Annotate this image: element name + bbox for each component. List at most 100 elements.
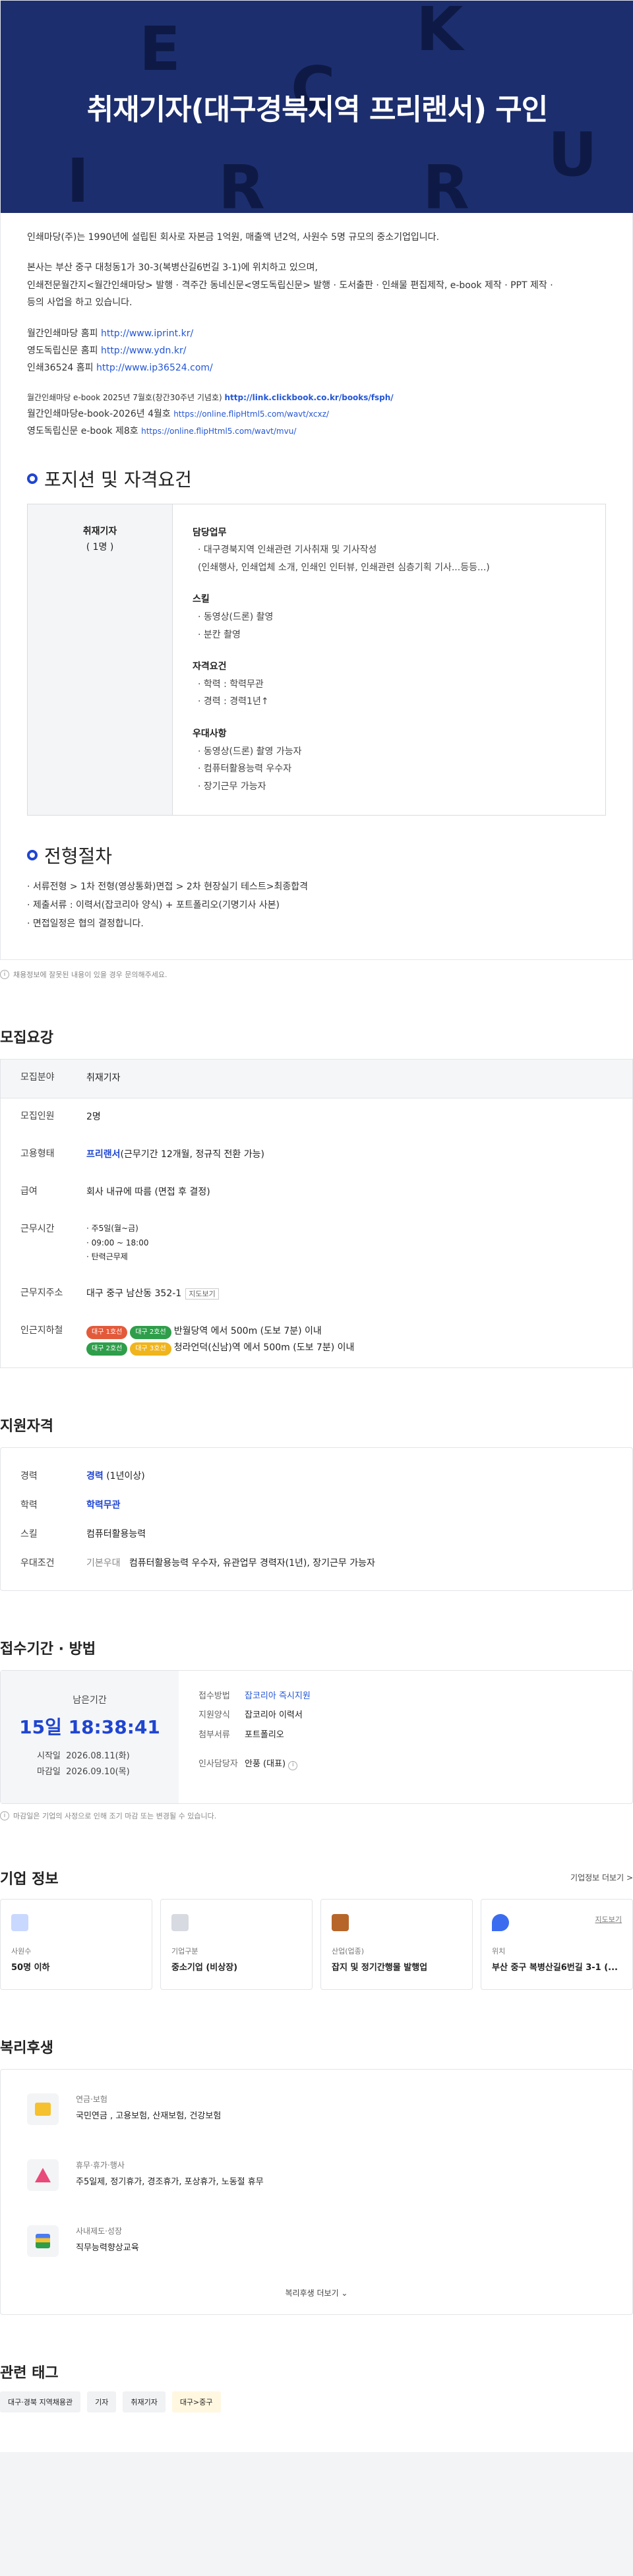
welfare-more-button[interactable]: 복리후생 더보기 ⌄: [27, 2287, 606, 2298]
homepage-link[interactable]: http://www.ip36524.com/: [96, 363, 213, 373]
company-section: 기업 정보 기업정보 더보기 > 사원수 50명 이하 기업구분 중소기업 (비…: [0, 1840, 633, 2010]
process-item: · 서류전형 > 1차 전형(영상통화)면접 > 2차 현장실기 테스트>최종합…: [27, 882, 308, 893]
tag-chip[interactable]: 기자: [87, 2391, 117, 2412]
apply-now-link[interactable]: 잡코리아 즉시지원: [245, 1691, 311, 1701]
remain-countdown: 15일 18:38:41: [19, 1716, 160, 1738]
subway-line-badge: 대구 3호선: [130, 1342, 171, 1356]
briefcase-icon: [332, 1913, 349, 1931]
pref-item: · 장기근무 가능자: [198, 781, 266, 792]
link-label: 월간인쇄마당 홈피: [27, 328, 98, 339]
position-heading: 포지션 및 자격요건: [27, 465, 606, 492]
position-box: 취재기자 ( 1명 ) 담당업무 · 대구경북지역 인쇄관련 기사취재 및 기사…: [27, 503, 606, 816]
subway-line-badge: 대구 2호선: [86, 1342, 128, 1356]
ring-bullet-icon: [27, 473, 38, 484]
company-grid: 사원수 50명 이하 기업구분 중소기업 (비상장) 산업(업종) 잡지 및 정…: [0, 1898, 633, 1990]
apply-box: 남은기간 15일 18:38:41 시작일 2026.08.11(화) 마감일 …: [0, 1669, 633, 1804]
banner-deco-letter: R: [423, 152, 469, 213]
welfare-section: 복리후생 연금·보험 국민연금 , 고용보험, 산재보험, 건강보험 휴무·휴가·…: [0, 2009, 633, 2335]
subway-line-badge: 대구 1호선: [86, 1326, 128, 1340]
intro-line: 인쇄전문월간지<월간인쇄마당> 발행 · 격주간 동네신문<영도독립신문> 발행…: [27, 280, 553, 291]
tag-list: 대구·경북 지역채용관 기자 취재기자 대구>중구: [0, 2391, 633, 2412]
skill-title: 스킬: [193, 594, 210, 605]
process-list: · 서류전형 > 1차 전형(영상통화)면접 > 2차 현장실기 테스트>최종합…: [27, 878, 606, 933]
company-more-link[interactable]: 기업정보 더보기 >: [570, 1872, 633, 1883]
company-card: 사원수 50명 이하: [0, 1898, 152, 1990]
pref-item: · 동영상(드론) 촬영 가능자: [198, 746, 302, 757]
map-view-button[interactable]: 지도보기: [185, 1288, 219, 1300]
company-card: 기업구분 중소기업 (비상장): [160, 1898, 313, 1990]
subway-line-badge: 대구 2호선: [130, 1326, 171, 1340]
info-icon: i: [0, 1811, 9, 1820]
info-icon[interactable]: i: [288, 1760, 298, 1770]
recruit-table: 모집분야 취재기자 모집인원 2명 고용형태 프리랜서(근무기간 12개월, 정규직 …: [0, 1059, 633, 1368]
ebook-link[interactable]: https://online.flipHtml5.com/wavt/mvu/: [141, 427, 296, 436]
table-row: 근무지주소 대구 중구 남산동 352-1 지도보기: [1, 1275, 632, 1313]
ebook-link[interactable]: http://link.clickbook.co.kr/books/fsph/: [225, 393, 394, 402]
company-card: 산업(업종) 잡지 및 정기간행물 발행업: [320, 1898, 473, 1990]
party-icon: [35, 2167, 51, 2182]
company-intro: 인쇄마당(주)는 1990년에 설립된 회사로 자본금 1억원, 매출액 년2억…: [27, 213, 606, 439]
skill-item: · 분칸 촬영: [198, 629, 241, 640]
table-row: 근무시간 · 주5일(월~금) · 09:00 ~ 18:00 · 탄력근무제: [20, 1224, 149, 1262]
process-item: · 면접일정은 협의 결정합니다.: [27, 918, 144, 930]
link-label: 영도독립신문 e-book 제8호: [27, 426, 138, 437]
table-row: 모집분야 취재기자: [1, 1060, 632, 1098]
tag-chip[interactable]: 대구·경북 지역채용관: [0, 2391, 81, 2412]
welfare-item: 사내제도·성장 직무능력향상교육: [27, 2208, 606, 2274]
info-icon: i: [0, 970, 9, 980]
notice-text[interactable]: 채용정보에 잘못된 내용이 있을 경우 문의해주세요.: [13, 969, 167, 980]
duty-title: 담당업무: [193, 527, 227, 538]
qual-box: 경력 경력 (1년이상) 학력 학력무관 스킬 컴퓨터활용능력 우대조건 기본우대 컴퓨…: [0, 1447, 633, 1591]
skill-item: · 동영상(드론) 촬영: [198, 612, 274, 623]
req-item: · 학력 : 학력무관: [198, 678, 264, 690]
tag-chip[interactable]: 대구>중구: [171, 2391, 221, 2412]
banner-deco-letter: U: [548, 119, 597, 190]
job-title: 취재기자(대구경북지역 프리랜서) 구인: [86, 93, 549, 127]
table-row: 모집인원 2명: [20, 1110, 101, 1122]
banner-deco-letter: R: [218, 152, 265, 213]
remain-label: 남은기간: [73, 1694, 107, 1706]
company-title: 기업 정보: [0, 1871, 59, 1888]
banner-deco-letter: I: [67, 146, 90, 213]
req-item: · 경력 : 경력1년↑: [198, 696, 269, 707]
duty-item: · 대구경북지역 인쇄관련 기사취재 및 기사작성: [198, 545, 377, 556]
intro-line: 인쇄마당(주)는 1990년에 설립된 회사로 자본금 1억원, 매출액 년2억…: [27, 232, 440, 243]
position-role: 취재기자 ( 1명 ): [28, 504, 173, 816]
banner-deco-letter: K: [416, 1, 464, 65]
intro-line: 등의 사업을 하고 있습니다.: [27, 297, 133, 309]
table-row: 고용형태 프리랜서(근무기간 12개월, 정규직 전환 가능): [20, 1148, 264, 1160]
qual-title: 지원자격: [0, 1418, 53, 1435]
intro-line: 본사는 부산 중구 대청동1가 30-3(복병산길6번길 3-1)에 위치하고 …: [27, 262, 318, 274]
req-title: 자격요건: [193, 661, 227, 673]
homepage-link[interactable]: http://www.ydn.kr/: [101, 345, 186, 356]
job-posting-page: E K C R U I R 취재기자(대구경북지역 프리랜서) 구인 인쇄마당(…: [0, 0, 633, 2452]
link-label: 월간인쇄마당 e-book 2025년 7월호(창간30주년 기념호): [27, 392, 222, 402]
link-label: 영도독립신문 홈피: [27, 345, 98, 356]
recruit-section: 모집요강 모집분야 취재기자 모집인원 2명 고용형태 프리랜서(근무기간 12개월,…: [0, 1000, 633, 1388]
wallet-icon: [35, 2102, 51, 2116]
link-label: 인쇄36524 홈피: [27, 363, 94, 374]
welfare-item: 휴무·휴가·행사 주5일제, 정기휴가, 경조휴가, 포상휴가, 노동절 휴무: [27, 2142, 606, 2208]
duty-item: (인쇄행사, 인쇄업체 소개, 인쇄인 인터뷰, 인쇄관련 심층기획 기사...…: [198, 562, 490, 573]
recruit-title: 모집요강: [0, 1030, 53, 1047]
job-banner: E K C R U I R 취재기자(대구경북지역 프리랜서) 구인: [1, 1, 633, 213]
role-count: ( 1명 ): [86, 541, 114, 553]
people-icon: [11, 1913, 28, 1931]
welfare-item: 연금·보험 국민연금 , 고용보험, 산재보험, 건강보험: [27, 2076, 606, 2142]
table-row: 인근지하철 대구 1호선 대구 2호선 반월당역 에서 500m (도보 7분) 이…: [1, 1313, 632, 1367]
company-card: 지도보기 위치 부산 중구 복병산길6번길 3-1 (...: [481, 1898, 633, 1990]
report-notice: i 채용정보에 잘못된 내용이 있을 경우 문의해주세요.: [0, 960, 633, 1000]
tag-chip[interactable]: 취재기자: [123, 2391, 166, 2412]
pref-title: 우대사항: [193, 729, 227, 740]
role-name: 취재기자: [82, 525, 117, 537]
map-view-link[interactable]: 지도보기: [595, 1914, 622, 1925]
job-description: E K C R U I R 취재기자(대구경북지역 프리랜서) 구인 인쇄마당(…: [0, 0, 633, 961]
homepage-link[interactable]: http://www.iprint.kr/: [101, 328, 193, 339]
welfare-box: 연금·보험 국민연금 , 고용보험, 산재보험, 건강보험 휴무·휴가·행사 주5일…: [0, 2068, 633, 2315]
welfare-title: 복리후생: [0, 2039, 53, 2056]
table-row: 급여 회사 내규에 따름 (면접 후 결정): [20, 1185, 210, 1197]
apply-section: 접수기간 · 방법 남은기간 15일 18:38:41 시작일 2026.08.…: [0, 1610, 633, 1841]
link-label: 월간인쇄마당e-book-2026년 4월호: [27, 408, 171, 419]
ebook-link[interactable]: https://online.flipHtml5.com/wavt/xcxz/: [173, 409, 329, 419]
qualification-section: 지원자격 경력 경력 (1년이상) 학력 학력무관 스킬 컴퓨터활용능력 우대조건 기본…: [0, 1387, 633, 1611]
